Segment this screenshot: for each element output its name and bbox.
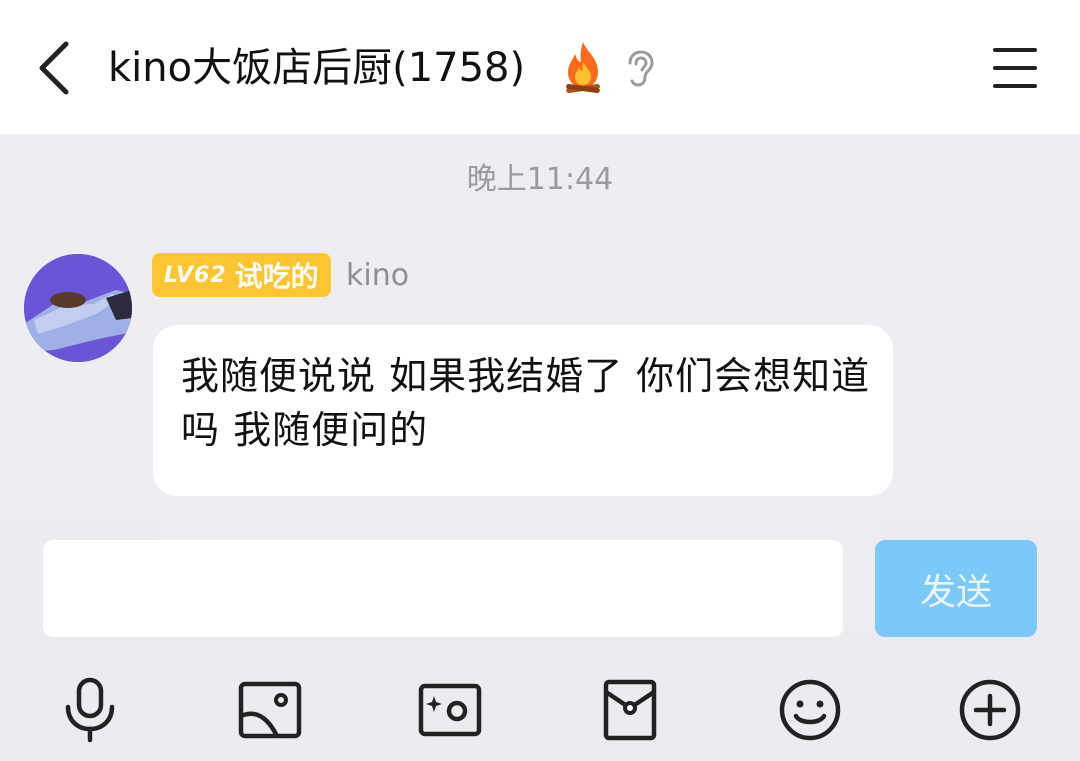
camera-icon	[418, 683, 482, 737]
plus-icon	[959, 679, 1021, 741]
more-button[interactable]	[954, 674, 1026, 746]
level-label: LV62	[164, 262, 227, 288]
ear-icon[interactable]	[624, 50, 656, 88]
back-icon	[39, 41, 69, 95]
chat-header: kino大饭店后厨(1758)	[0, 0, 1080, 134]
message-bubble[interactable]: 我随便说说 如果我结婚了 你们会想知道吗 我随便问的	[153, 325, 893, 496]
emoji-button[interactable]	[774, 674, 846, 746]
send-button[interactable]: 发送	[875, 540, 1037, 637]
image-icon	[238, 681, 302, 739]
message-timestamp: 晚上11:44	[466, 162, 614, 197]
red-packet-icon	[603, 679, 657, 741]
back-button[interactable]	[26, 38, 80, 98]
message-text: 我随便说说 如果我结婚了 你们会想知道吗 我随便问的	[181, 354, 871, 452]
menu-button[interactable]	[988, 44, 1042, 94]
fire-icon	[566, 42, 600, 94]
level-badge: LV62 试吃的	[152, 253, 331, 297]
avatar[interactable]	[24, 254, 132, 362]
image-button[interactable]	[234, 674, 306, 746]
red-packet-button[interactable]	[594, 674, 666, 746]
sender-name: kino	[346, 258, 410, 293]
emoji-icon	[779, 679, 841, 741]
microphone-icon	[65, 677, 115, 743]
rank-title: 试吃的	[234, 260, 319, 293]
message-input[interactable]	[43, 540, 843, 637]
camera-button[interactable]	[414, 674, 486, 746]
voice-button[interactable]	[54, 674, 126, 746]
chat-title: kino大饭店后厨(1758)	[108, 45, 526, 91]
